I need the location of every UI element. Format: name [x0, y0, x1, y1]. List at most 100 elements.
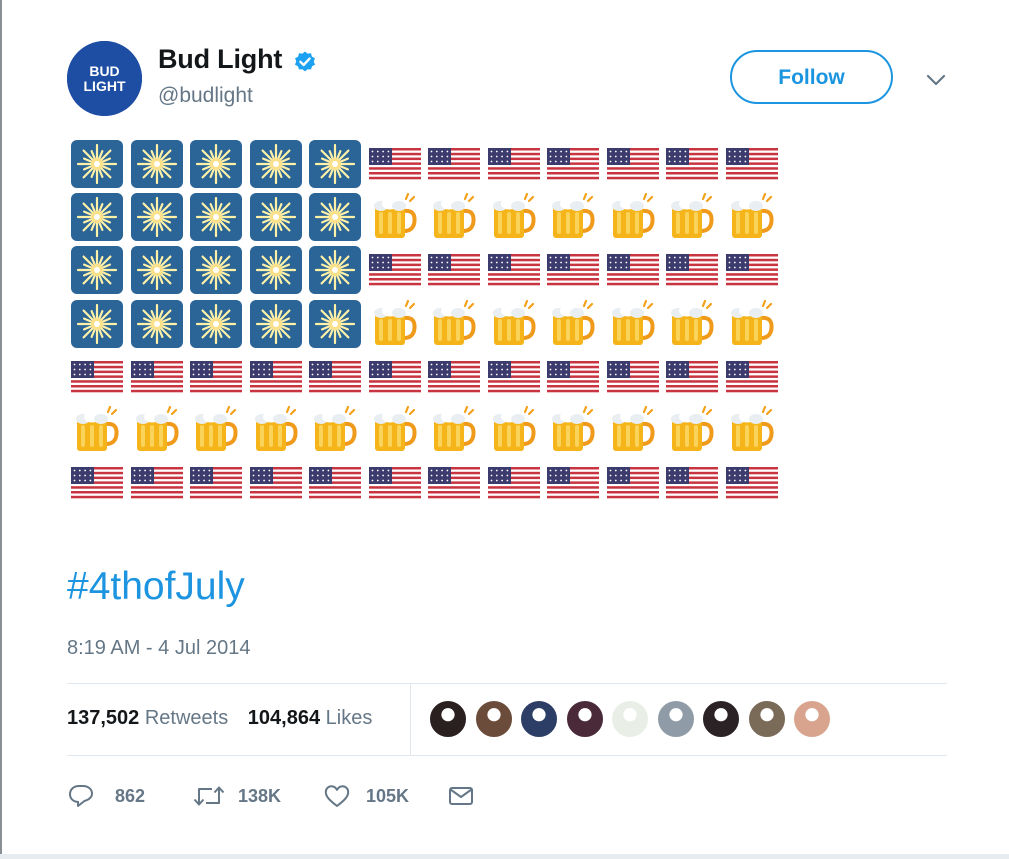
- retweets-stat[interactable]: 137,502 Retweets: [67, 707, 228, 729]
- author-avatar[interactable]: BUD LIGHT: [67, 41, 142, 116]
- flag-emoji: [665, 353, 719, 401]
- beer-emoji: [427, 406, 481, 454]
- flag-emoji: [725, 246, 779, 294]
- flag-emoji: [606, 246, 660, 294]
- firework-emoji: [249, 299, 303, 348]
- flag-emoji: [427, 459, 481, 507]
- firework-emoji: [70, 246, 124, 295]
- liker-avatar[interactable]: [474, 700, 513, 738]
- liker-avatar[interactable]: [793, 700, 831, 738]
- flag-emoji: [606, 140, 660, 188]
- flag-emoji: [368, 353, 422, 401]
- beer-emoji: [546, 406, 600, 454]
- liker-avatar[interactable]: [747, 700, 786, 738]
- follow-button[interactable]: Follow: [730, 50, 893, 104]
- flag-emoji: [130, 459, 184, 507]
- flag-emoji: [725, 353, 779, 401]
- flag-emoji: [725, 140, 779, 188]
- tweet-timestamp[interactable]: 8:19 AM - 4 Jul 2014: [67, 637, 250, 660]
- flag-emoji: [427, 353, 481, 401]
- firework-emoji: [189, 193, 243, 242]
- liker-avatar[interactable]: [611, 700, 649, 738]
- envelope-icon: [449, 787, 473, 805]
- direct-message-button[interactable]: [447, 778, 479, 814]
- flag-emoji: [249, 353, 303, 401]
- flag-emoji: [189, 459, 243, 507]
- firework-emoji: [308, 193, 362, 242]
- stats-vertical-divider: [410, 684, 411, 755]
- hashtag-link[interactable]: #4thofJuly: [67, 565, 245, 609]
- flag-emoji: [308, 459, 362, 507]
- like-button[interactable]: 105K: [323, 778, 423, 814]
- tweet-stats: 137,502 Retweets 104,864 Likes: [67, 707, 386, 730]
- reply-button[interactable]: 862: [67, 778, 157, 814]
- firework-emoji: [70, 299, 124, 348]
- flag-emoji: [546, 246, 600, 294]
- flag-emoji: [427, 246, 481, 294]
- flag-emoji: [487, 459, 541, 507]
- flag-emoji: [665, 140, 719, 188]
- page-bottom-edge: [0, 854, 1009, 859]
- firework-emoji: [308, 246, 362, 295]
- chevron-down-icon[interactable]: [925, 72, 947, 88]
- beer-emoji: [546, 299, 600, 348]
- likes-stat[interactable]: 104,864 Likes: [248, 707, 373, 729]
- beer-emoji: [665, 406, 719, 454]
- tweet-emoji-flag: [70, 140, 782, 508]
- window-left-edge: [0, 0, 2, 859]
- likes-count: 104,864: [247, 707, 321, 729]
- flag-emoji: [368, 140, 422, 188]
- firework-emoji: [189, 140, 243, 188]
- flag-emoji: [70, 353, 124, 401]
- liker-avatar[interactable]: [520, 700, 558, 738]
- author-handle[interactable]: @budlight: [158, 84, 253, 108]
- firework-emoji: [70, 140, 124, 188]
- firework-emoji: [189, 299, 243, 348]
- liker-avatar[interactable]: [565, 700, 604, 738]
- heart-icon: [324, 785, 350, 807]
- svg-text:BUD: BUD: [89, 63, 119, 79]
- firework-emoji: [130, 246, 184, 295]
- retweet-count: 138K: [238, 786, 282, 806]
- liker-avatar[interactable]: [656, 700, 695, 738]
- flag-emoji: [130, 353, 184, 401]
- firework-emoji: [249, 193, 303, 242]
- firework-emoji: [130, 140, 184, 188]
- flag-emoji: [725, 459, 779, 507]
- beer-emoji: [368, 406, 422, 454]
- flag-emoji: [487, 246, 541, 294]
- stats-top-divider: [67, 683, 947, 684]
- beer-emoji: [308, 406, 362, 454]
- beer-emoji: [725, 299, 779, 348]
- firework-emoji: [189, 246, 243, 295]
- flag-emoji: [665, 459, 719, 507]
- author-display-name[interactable]: Bud Light: [158, 44, 282, 75]
- beer-emoji: [487, 406, 541, 454]
- flag-emoji: [487, 140, 541, 188]
- firework-emoji: [249, 140, 303, 188]
- beer-emoji: [725, 193, 779, 241]
- liker-avatar[interactable]: [702, 700, 740, 738]
- likes-label: Likes: [325, 707, 373, 729]
- liker-avatar[interactable]: [429, 700, 467, 738]
- retweet-button[interactable]: 138K: [193, 778, 303, 814]
- flag-emoji: [189, 353, 243, 401]
- flag-emoji: [665, 246, 719, 294]
- svg-text:LIGHT: LIGHT: [84, 78, 126, 94]
- beer-emoji: [368, 299, 422, 348]
- flag-emoji: [546, 459, 600, 507]
- beer-emoji: [665, 193, 719, 241]
- beer-emoji: [725, 406, 779, 454]
- flag-emoji: [427, 140, 481, 188]
- beer-emoji: [606, 193, 660, 241]
- flag-emoji: [308, 353, 362, 401]
- firework-emoji: [249, 246, 303, 295]
- flag-emoji: [546, 140, 600, 188]
- firework-emoji: [70, 193, 124, 242]
- flag-emoji: [546, 353, 600, 401]
- beer-emoji: [546, 193, 600, 241]
- bud-light-logo: BUD LIGHT: [67, 41, 142, 116]
- beer-emoji: [368, 193, 422, 241]
- flag-emoji: [368, 246, 422, 294]
- beer-emoji: [606, 406, 660, 454]
